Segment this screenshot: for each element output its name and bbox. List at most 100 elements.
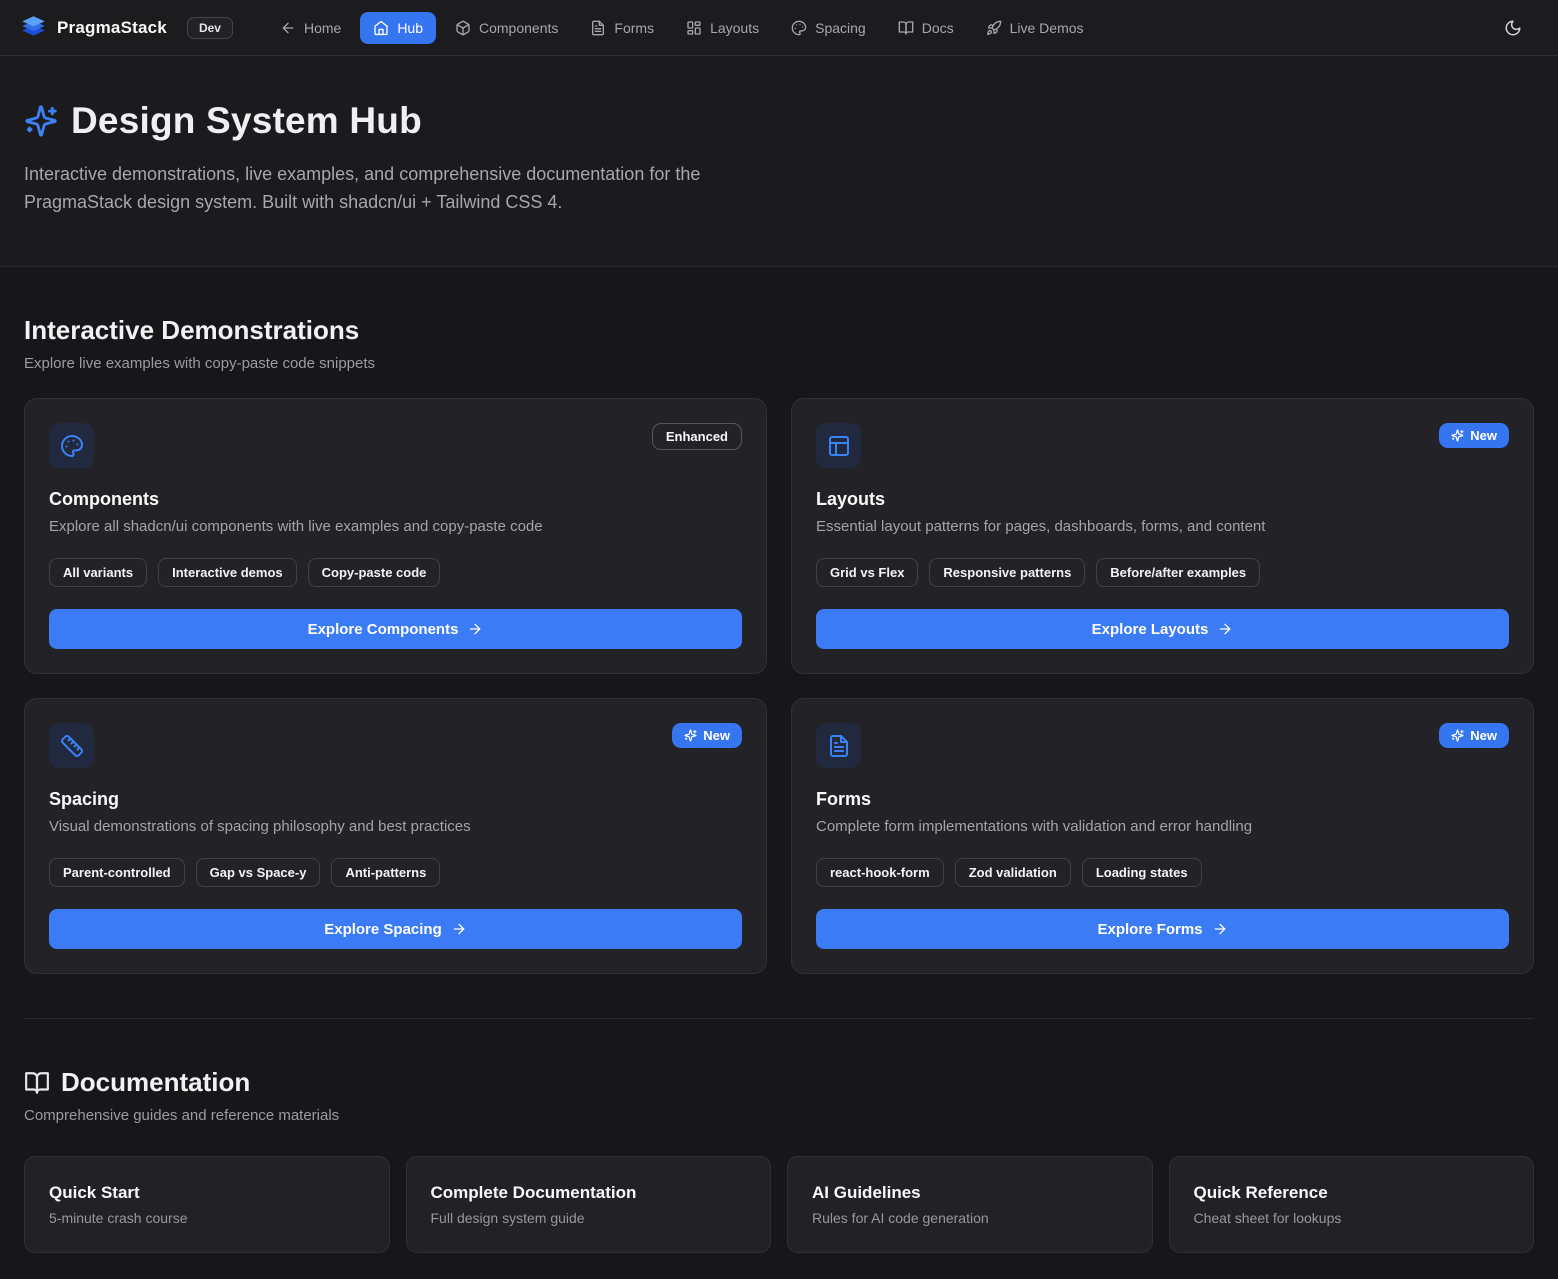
explore-forms-button[interactable]: Explore Forms <box>816 909 1509 949</box>
section-divider <box>24 1018 1534 1019</box>
docs-heading-label: Documentation <box>61 1067 250 1098</box>
tag-pill: Loading states <box>1082 858 1202 887</box>
badge-label: New <box>703 728 730 743</box>
card-title: Layouts <box>816 489 1509 510</box>
file-text-icon <box>590 20 606 36</box>
layers-logo-icon <box>20 14 47 41</box>
button-label: Explore Spacing <box>324 921 442 938</box>
doc-card-quick-start[interactable]: Quick Start 5-minute crash course <box>24 1156 390 1253</box>
layout-dashboard-icon <box>686 20 702 36</box>
main-content: Interactive Demonstrations Explore live … <box>0 315 1558 1279</box>
doc-card-title: Complete Documentation <box>431 1183 747 1203</box>
explore-components-button[interactable]: Explore Components <box>49 609 742 649</box>
demos-heading: Interactive Demonstrations <box>24 315 1534 346</box>
tag-row: react-hook-form Zod validation Loading s… <box>816 858 1509 887</box>
nav-item-label: Docs <box>922 20 954 36</box>
arrow-right-icon <box>467 621 483 637</box>
tag-pill: Parent-controlled <box>49 858 185 887</box>
tag-pill: Zod validation <box>955 858 1071 887</box>
brand-name: PragmaStack <box>57 18 167 38</box>
button-label: Explore Forms <box>1097 921 1202 938</box>
nav-item-label: Home <box>304 20 341 36</box>
sparkles-icon <box>1451 429 1464 442</box>
doc-card-ai-guidelines[interactable]: AI Guidelines Rules for AI code generati… <box>787 1156 1153 1253</box>
tag-row: Parent-controlled Gap vs Space-y Anti-pa… <box>49 858 742 887</box>
nav-item-components[interactable]: Components <box>442 12 571 44</box>
sparkles-icon <box>24 104 58 138</box>
nav-menu: Home Hub Components Forms Layouts Spacin… <box>267 12 1097 44</box>
hero-section: Design System Hub Interactive demonstrat… <box>0 56 1558 267</box>
badge-label: New <box>1470 728 1497 743</box>
card-description: Essential layout patterns for pages, das… <box>816 518 1509 535</box>
nav-item-label: Layouts <box>710 20 759 36</box>
card-description: Complete form implementations with valid… <box>816 818 1509 835</box>
doc-card-description: Cheat sheet for lookups <box>1194 1210 1510 1226</box>
tag-pill: Anti-patterns <box>331 858 440 887</box>
explore-spacing-button[interactable]: Explore Spacing <box>49 909 742 949</box>
docs-subheading: Comprehensive guides and reference mater… <box>24 1107 1534 1124</box>
doc-card-grid: Quick Start 5-minute crash course Comple… <box>24 1156 1534 1253</box>
ruler-icon <box>49 723 94 768</box>
tag-pill: All variants <box>49 558 147 587</box>
nav-item-label: Hub <box>397 20 423 36</box>
demo-card-layouts: New Layouts Essential layout patterns fo… <box>791 398 1534 674</box>
tag-pill: Before/after examples <box>1096 558 1260 587</box>
badge-label: New <box>1470 428 1497 443</box>
tag-pill: Gap vs Space-y <box>196 858 321 887</box>
doc-card-title: Quick Start <box>49 1183 365 1203</box>
package-icon <box>455 20 471 36</box>
nav-item-spacing[interactable]: Spacing <box>778 12 879 44</box>
card-title: Spacing <box>49 789 742 810</box>
new-badge: New <box>1439 423 1509 448</box>
demo-card-components: Enhanced Components Explore all shadcn/u… <box>24 398 767 674</box>
doc-card-description: Full design system guide <box>431 1210 747 1226</box>
tag-row: All variants Interactive demos Copy-past… <box>49 558 742 587</box>
demo-card-spacing: New Spacing Visual demonstrations of spa… <box>24 698 767 974</box>
nav-item-layouts[interactable]: Layouts <box>673 12 772 44</box>
page-description: Interactive demonstrations, live example… <box>24 160 759 216</box>
nav-item-hub[interactable]: Hub <box>360 12 436 44</box>
nav-item-label: Forms <box>614 20 654 36</box>
env-badge: Dev <box>187 17 233 39</box>
tag-pill: Interactive demos <box>158 558 297 587</box>
nav-item-home[interactable]: Home <box>267 12 354 44</box>
doc-card-description: Rules for AI code generation <box>812 1210 1128 1226</box>
house-icon <box>373 20 389 36</box>
tag-pill: Responsive patterns <box>929 558 1085 587</box>
demo-card-forms: New Forms Complete form implementations … <box>791 698 1534 974</box>
card-description: Visual demonstrations of spacing philoso… <box>49 818 742 835</box>
rocket-icon <box>986 20 1002 36</box>
brand: PragmaStack Dev <box>20 14 233 41</box>
sparkles-icon <box>1451 729 1464 742</box>
nav-item-label: Components <box>479 20 558 36</box>
theme-toggle-button[interactable] <box>1496 11 1530 45</box>
button-label: Explore Layouts <box>1092 621 1209 638</box>
top-navbar: PragmaStack Dev Home Hub Components Form… <box>0 0 1558 56</box>
explore-layouts-button[interactable]: Explore Layouts <box>816 609 1509 649</box>
arrow-left-icon <box>280 20 296 36</box>
nav-item-label: Spacing <box>815 20 866 36</box>
doc-card-description: 5-minute crash course <box>49 1210 365 1226</box>
nav-item-forms[interactable]: Forms <box>577 12 667 44</box>
demo-card-grid: Enhanced Components Explore all shadcn/u… <box>24 398 1534 974</box>
tag-pill: Grid vs Flex <box>816 558 918 587</box>
nav-item-docs[interactable]: Docs <box>885 12 967 44</box>
palette-icon <box>49 423 94 468</box>
nav-item-label: Live Demos <box>1010 20 1084 36</box>
docs-section-head: Documentation Comprehensive guides and r… <box>24 1067 1534 1124</box>
doc-card-quick-reference[interactable]: Quick Reference Cheat sheet for lookups <box>1169 1156 1535 1253</box>
card-title: Components <box>49 489 742 510</box>
nav-item-live-demos[interactable]: Live Demos <box>973 12 1097 44</box>
layout-panels-icon <box>816 423 861 468</box>
docs-heading: Documentation <box>24 1067 1534 1098</box>
demos-section-head: Interactive Demonstrations Explore live … <box>24 315 1534 372</box>
new-badge: New <box>672 723 742 748</box>
demos-subheading: Explore live examples with copy-paste co… <box>24 355 1534 372</box>
doc-card-title: AI Guidelines <box>812 1183 1128 1203</box>
card-title: Forms <box>816 789 1509 810</box>
arrow-right-icon <box>1217 621 1233 637</box>
tag-pill: react-hook-form <box>816 858 944 887</box>
doc-card-complete-documentation[interactable]: Complete Documentation Full design syste… <box>406 1156 772 1253</box>
arrow-right-icon <box>451 921 467 937</box>
enhanced-badge: Enhanced <box>652 423 742 450</box>
